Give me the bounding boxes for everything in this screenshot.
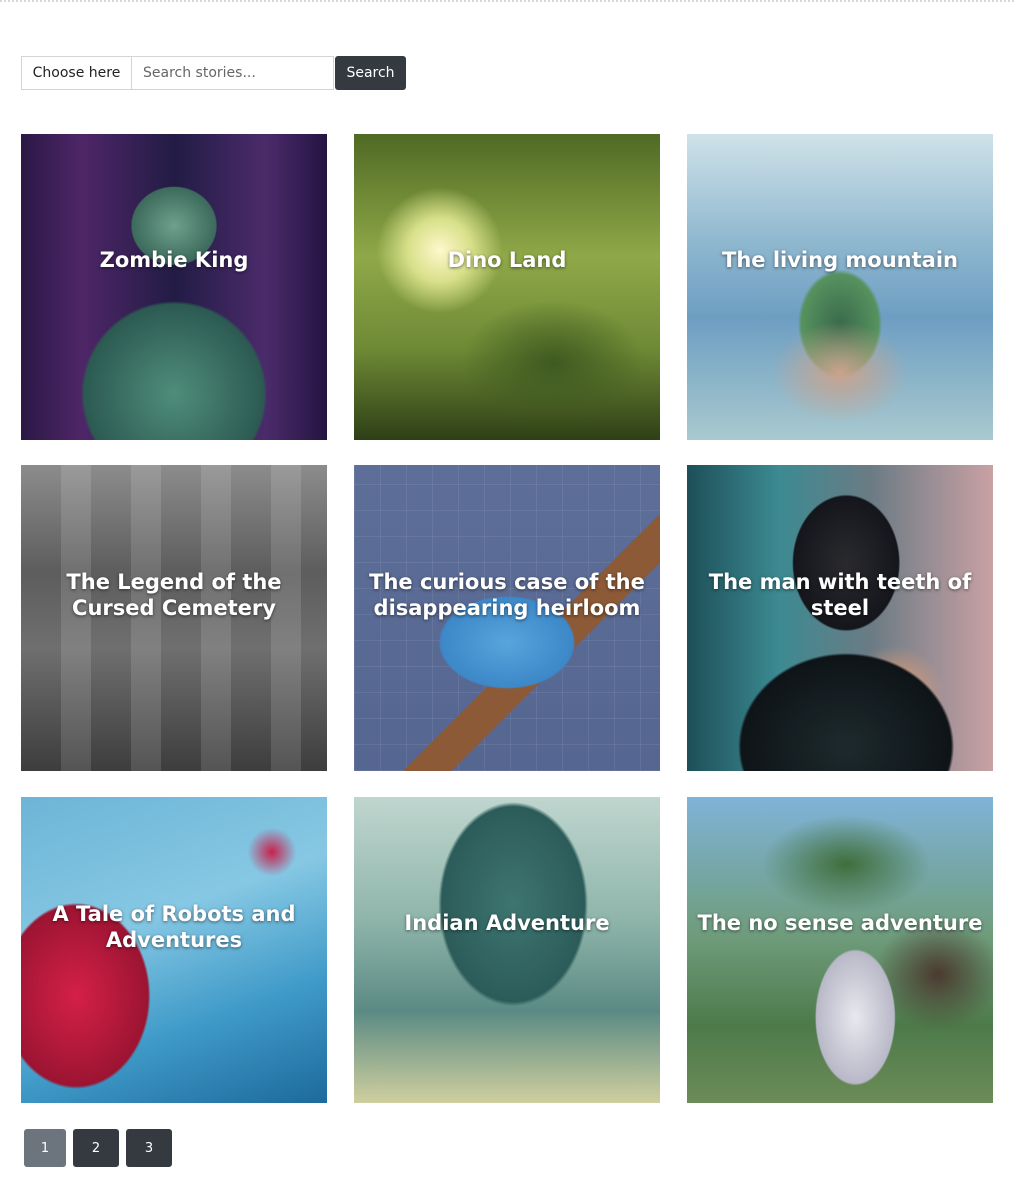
story-card[interactable]: The man with teeth of steel — [687, 465, 993, 771]
story-title: Indian Adventure — [404, 911, 610, 935]
story-cover-image — [687, 797, 993, 1103]
search-bar: Choose here Search — [21, 56, 406, 90]
page-1-button[interactable]: 1 — [24, 1129, 66, 1167]
story-card[interactable]: The living mountain — [687, 134, 993, 440]
story-card[interactable]: The no sense adventure — [687, 797, 993, 1103]
category-dropdown[interactable]: Choose here — [21, 56, 132, 90]
story-title: The man with teeth of steel — [708, 570, 972, 620]
top-divider — [0, 0, 1014, 2]
story-cover-image — [21, 134, 327, 440]
story-cover-image — [354, 134, 660, 440]
page-2-button[interactable]: 2 — [73, 1129, 119, 1167]
story-card[interactable]: Zombie King — [21, 134, 327, 440]
story-card[interactable]: Dino Land — [354, 134, 660, 440]
page-3-button[interactable]: 3 — [126, 1129, 172, 1167]
story-title: Dino Land — [447, 248, 567, 272]
story-card[interactable]: The curious case of the disappearing hei… — [354, 465, 660, 771]
story-cover-image — [354, 797, 660, 1103]
story-card[interactable]: A Tale of Robots and Adventures — [21, 797, 327, 1103]
story-title: Zombie King — [99, 248, 249, 272]
story-title: The Legend of the Cursed Cemetery — [66, 570, 282, 620]
search-button[interactable]: Search — [335, 56, 406, 90]
story-title: The curious case of the disappearing hei… — [369, 570, 645, 620]
story-cover-image — [687, 134, 993, 440]
pagination: 123 — [24, 1129, 179, 1167]
story-title: The no sense adventure — [697, 911, 983, 935]
story-title: The living mountain — [722, 248, 958, 272]
story-card[interactable]: Indian Adventure — [354, 797, 660, 1103]
story-card[interactable]: The Legend of the Cursed Cemetery — [21, 465, 327, 771]
search-input[interactable] — [132, 56, 334, 90]
story-title: A Tale of Robots and Adventures — [52, 902, 296, 952]
